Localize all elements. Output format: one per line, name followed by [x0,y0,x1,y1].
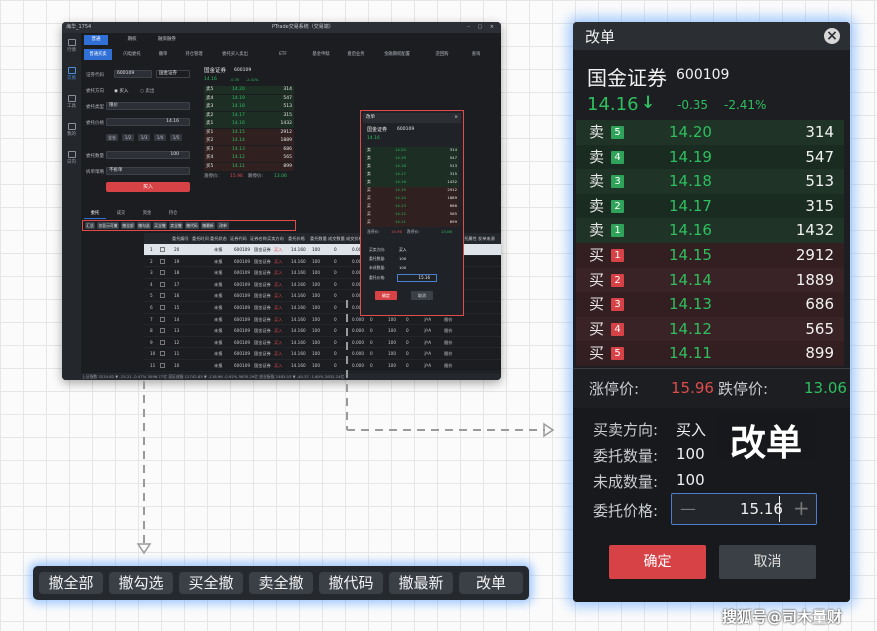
price-change-pct: -2.41% [724,98,767,112]
level-volume: 565 [805,319,834,338]
level-volume: 686 [805,295,834,314]
level-badge: 4 [611,322,624,336]
level-badge: 5 [611,347,624,361]
level-badge: 4 [611,150,624,164]
plus-icon[interactable]: + [793,496,810,520]
level-volume: 2912 [795,246,834,264]
level-price: 14.15 [669,246,712,264]
stock-code: 600109 [676,67,730,83]
order-book-row[interactable]: 卖 5 14.20 314 [576,120,844,145]
cancel-by-code-button[interactable]: 撤代码 [319,572,383,594]
level-volume: 899 [805,344,834,363]
quantity-value: 100 [676,445,705,463]
level-volume: 315 [805,196,834,215]
level-badge: 3 [611,175,624,189]
order-book-row[interactable]: 买 3 14.13 686 [576,292,844,317]
order-book-row[interactable]: 卖 1 14.16 1432 [576,218,844,243]
limit-down-price: 13.06 [804,379,847,397]
side-label: 买 [589,295,605,314]
watermark: 搜狐号@司木量财 [722,608,843,626]
level-volume: 314 [805,123,834,141]
limit-down-label: 跌停价: [718,380,769,398]
cancel-all-buys-button[interactable]: 买全撤 [179,572,243,594]
level-badge: 2 [611,273,624,287]
order-book-row[interactable]: 卖 4 14.19 547 [576,144,844,170]
divider [573,368,850,369]
confirm-button[interactable]: 确定 [609,545,706,579]
cancel-checked-button[interactable]: 撤勾选 [109,572,173,594]
limit-up-price: 15.96 [671,379,714,397]
quantity-label: 委托数量: [593,447,659,465]
level-price: 14.20 [669,123,712,141]
side-label: 买 [589,270,605,289]
level-volume: 1432 [795,221,834,240]
unfilled-value: 100 [676,471,705,489]
order-book-row[interactable]: 卖 3 14.18 513 [576,169,844,194]
side-label: 卖 [589,221,605,240]
side-label: 买 [589,344,605,363]
price-label: 委托价格: [593,502,659,520]
side-label: 卖 [589,196,605,215]
level-price: 14.19 [669,147,712,166]
stock-name: 国金证券 [587,66,667,90]
callout-label: 改单 [716,412,816,464]
side-label: 买 [589,246,605,264]
price-input[interactable]: 15.16 [740,500,783,518]
level-price: 14.16 [669,221,712,240]
cancel-toolbar: 撤全部 撤勾选 买全撤 卖全撤 撤代码 撤最新 改单 [33,566,529,600]
direction-value: 买入 [676,421,707,439]
level-price: 14.11 [669,344,712,363]
order-book-row[interactable]: 买 2 14.14 1889 [576,267,844,293]
minus-icon[interactable]: — [680,499,696,518]
cancel-button[interactable]: 取消 [719,545,816,579]
cancel-all-button[interactable]: 撤全部 [39,572,103,594]
level-badge: 3 [611,298,624,312]
level-price: 14.12 [669,319,712,338]
level-price: 14.13 [669,295,712,314]
level-badge: 1 [611,249,624,262]
side-label: 卖 [589,147,605,166]
level-badge: 2 [611,199,624,213]
last-price: 14.16 [587,94,639,115]
order-book-row[interactable]: 买 4 14.12 565 [576,316,844,342]
dialog-header: 改单 × [573,22,850,50]
modify-order-button[interactable]: 改单 [459,572,523,594]
down-arrow-icon: ↓ [641,93,656,113]
close-icon[interactable]: × [824,28,840,44]
side-label: 卖 [589,123,605,141]
level-price: 14.18 [669,172,712,191]
modify-order-dialog: 改单 × 国金证券 600109 14.16 ↓ -0.35 -2.41% 卖5… [573,22,850,602]
side-label: 买 [589,319,605,338]
level-volume: 1889 [795,270,834,289]
level-volume: 547 [805,147,834,166]
text-cursor [779,496,780,522]
cancel-latest-button[interactable]: 撤最新 [389,572,453,594]
unfilled-label: 未成数量: [593,473,659,491]
order-book-row[interactable]: 卖 2 14.17 315 [576,193,844,219]
level-price: 14.14 [669,270,712,289]
level-volume: 513 [805,172,834,191]
level-badge: 5 [611,126,624,139]
cancel-all-sells-button[interactable]: 卖全撤 [249,572,313,594]
limit-up-label: 涨停价: [589,380,640,398]
direction-label: 买卖方向: [593,421,659,439]
side-label: 卖 [589,172,605,191]
order-book-row[interactable]: 买 5 14.11 899 [576,341,844,366]
level-badge: 1 [611,224,624,238]
price-stepper[interactable]: — 15.16 + [671,493,817,525]
price-change: -0.35 [677,98,709,112]
dialog-title: 改单 [585,28,616,46]
order-book-row[interactable]: 买 1 14.15 2912 [576,243,844,268]
level-price: 14.17 [669,196,712,215]
